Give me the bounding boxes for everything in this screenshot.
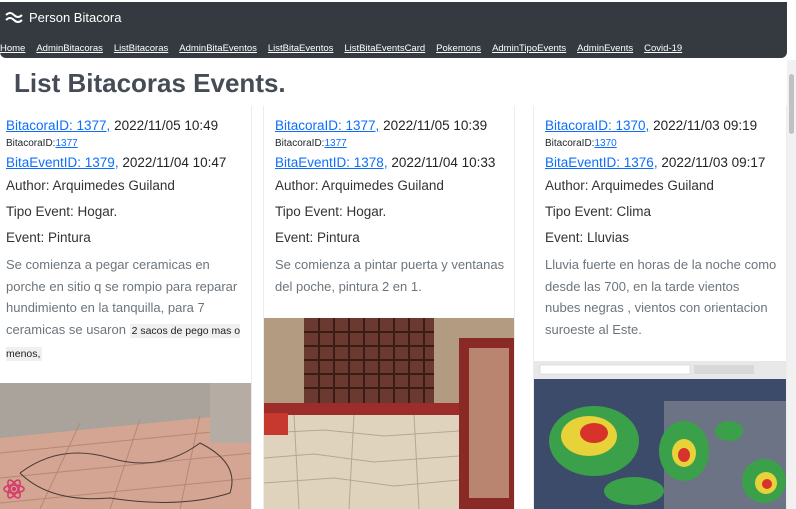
event-date: 2022/11/04 10:33 [387, 155, 496, 170]
nav-link-pokemons[interactable]: Pokemons [436, 43, 481, 54]
bitacora-date: 2022/11/05 10:39 [379, 118, 488, 133]
event-card: BitacoraID: 1377, 2022/11/05 10:49 Bitac… [0, 106, 252, 509]
bitacora-small-line: BitacoraID:1377 [275, 138, 347, 149]
bitacora-small-id-link[interactable]: 1377 [55, 138, 77, 149]
event-header: BitaEventID: 1378, 2022/11/04 10:33 [275, 155, 495, 170]
event-header: BitaEventID: 1376, 2022/11/03 09:17 [545, 155, 765, 170]
event-date: 2022/11/04 10:47 [118, 155, 227, 170]
nav-link-home[interactable]: Home [0, 43, 25, 54]
bitacora-id-link[interactable]: BitacoraID: 1377, [6, 118, 110, 133]
nav-link-listbitaeventscard[interactable]: ListBitaEventsCard [344, 43, 425, 54]
event-date: 2022/11/03 09:17 [657, 155, 766, 170]
description-text: Se comienza a pintar puerta y ventanas d… [275, 257, 505, 294]
nav-link-listbitacoras[interactable]: ListBitacoras [114, 43, 168, 54]
app-badge-icon[interactable] [1, 476, 27, 502]
bita-event-id-link[interactable]: BitaEventID: 1376, [545, 155, 658, 170]
tipo-event-text: Tipo Event: Hogar. [275, 204, 387, 219]
event-description: Lluvia fuerte en horas de la noche como … [545, 254, 777, 340]
bitacora-small-id-link[interactable]: 1370 [594, 138, 616, 149]
nav-link-covid19[interactable]: Covid-19 [644, 43, 682, 54]
event-card: BitacoraID: 1377, 2022/11/05 10:39 Bitac… [263, 106, 515, 509]
bitacora-header: BitacoraID: 1370, 2022/11/03 09:19 [545, 118, 757, 133]
navbar: Person Bitacora Home AdminBitacoras List… [0, 2, 787, 58]
event-header: BitaEventID: 1379, 2022/11/04 10:47 [6, 155, 226, 170]
event-photo [534, 361, 786, 509]
bitacora-id-link[interactable]: BitacoraID: 1370, [545, 118, 649, 133]
bitacora-small-label: BitacoraID: [545, 138, 595, 149]
nav-link-listbitaeventos[interactable]: ListBitaEventos [268, 43, 333, 54]
brand[interactable]: Person Bitacora [5, 9, 122, 25]
bitacora-date: 2022/11/03 09:19 [649, 118, 758, 133]
scrollbar[interactable] [787, 60, 796, 509]
bitacora-small-line: BitacoraID:1370 [545, 138, 617, 149]
tipo-event-text: Tipo Event: Clima [545, 204, 652, 219]
bita-event-id-link[interactable]: BitaEventID: 1379, [6, 155, 119, 170]
event-text: Event: Lluvias [545, 230, 630, 245]
author-text: Author: Arquimedes Guiland [275, 178, 444, 193]
event-description: Se comienza a pegar ceramicas en porche … [6, 254, 242, 366]
page-title: List Bitacoras Events. [14, 68, 286, 98]
event-description: Se comienza a pintar puerta y ventanas d… [275, 254, 505, 297]
bitacora-header: BitacoraID: 1377, 2022/11/05 10:39 [275, 118, 487, 133]
nav-links: Home AdminBitacoras ListBitacoras AdminB… [0, 43, 693, 54]
author-text: Author: Arquimedes Guiland [6, 178, 175, 193]
brand-title: Person Bitacora [29, 9, 122, 25]
bitacora-id-link[interactable]: BitacoraID: 1377, [275, 118, 379, 133]
description-text: Lluvia fuerte en horas de la noche como … [545, 257, 777, 337]
bitacora-date: 2022/11/05 10:49 [110, 118, 219, 133]
event-text: Event: Pintura [275, 230, 360, 245]
nav-link-admintipoevents[interactable]: AdminTipoEvents [492, 43, 566, 54]
scrollbar-thumb[interactable] [789, 74, 794, 134]
tipo-event-text: Tipo Event: Hogar. [6, 204, 118, 219]
bitacora-header: BitacoraID: 1377, 2022/11/05 10:49 [6, 118, 218, 133]
brand-logo-icon [5, 12, 23, 23]
event-photo [264, 318, 514, 509]
bita-event-id-link[interactable]: BitaEventID: 1378, [275, 155, 388, 170]
bitacora-small-line: BitacoraID:1377 [6, 138, 78, 149]
bitacora-small-id-link[interactable]: 1377 [324, 138, 346, 149]
nav-link-adminbitaeventos[interactable]: AdminBitaEventos [179, 43, 257, 54]
author-text: Author: Arquimedes Guiland [545, 178, 714, 193]
bitacora-small-label: BitacoraID: [275, 138, 325, 149]
nav-link-adminevents[interactable]: AdminEvents [577, 43, 633, 54]
event-photo [0, 383, 251, 509]
bitacora-small-label: BitacoraID: [6, 138, 56, 149]
nav-link-adminbitacoras[interactable]: AdminBitacoras [36, 43, 103, 54]
event-card: BitacoraID: 1370, 2022/11/03 09:19 Bitac… [533, 106, 787, 509]
event-text: Event: Pintura [6, 230, 91, 245]
